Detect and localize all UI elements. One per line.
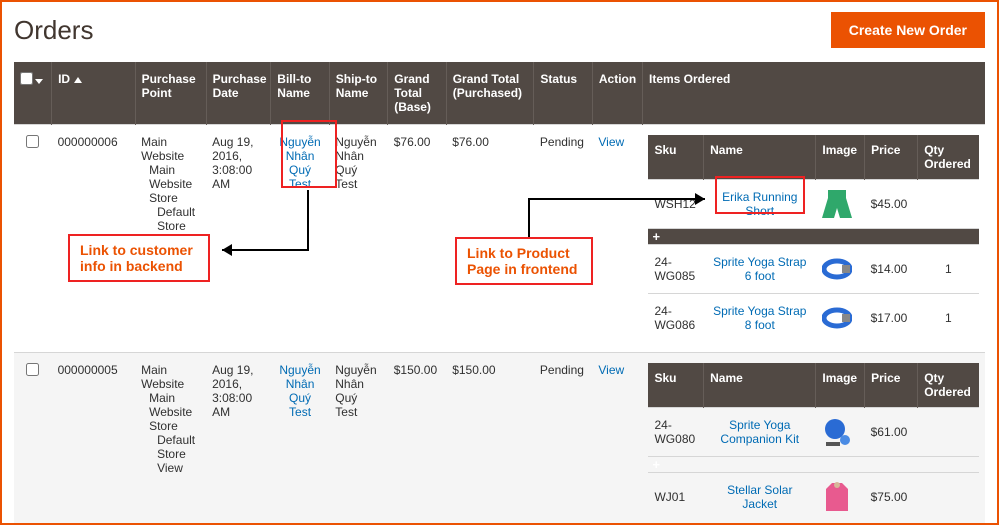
ship-to-name: Nguyễn Nhân Quý Test [329, 353, 387, 525]
create-order-button[interactable]: Create New Order [831, 12, 985, 48]
item-sku: WJ01 [648, 473, 703, 522]
product-link[interactable]: Sprite Yoga Strap 8 foot [713, 304, 806, 332]
page-title: Orders [14, 15, 93, 46]
order-id: 000000006 [52, 125, 136, 353]
item-sku: 24-WG086 [648, 294, 703, 343]
item-price: $61.00 [865, 408, 918, 457]
product-image-icon [822, 479, 852, 515]
product-image-icon [822, 300, 852, 336]
select-all-header[interactable] [14, 62, 52, 125]
item-row: 24-WG080 Sprite Yoga Companion Kit $61.00 [648, 408, 979, 457]
order-status: Pending [534, 353, 592, 525]
col-grand-purchased[interactable]: Grand Total (Purchased) [446, 62, 534, 125]
expand-row[interactable]: + [648, 229, 979, 245]
item-qty: 1 [918, 245, 979, 294]
item-price: $17.00 [865, 294, 918, 343]
view-order-link[interactable]: View [598, 363, 624, 377]
customer-link[interactable]: Nguyễn Nhân Quý Test [279, 363, 320, 419]
item-qty [918, 408, 979, 457]
col-action[interactable]: Action [592, 62, 642, 125]
view-order-link[interactable]: View [598, 135, 624, 149]
plus-icon[interactable]: + [648, 229, 979, 245]
sort-asc-icon [74, 77, 82, 83]
items-nested-table: SkuNameImagePriceQty Ordered 24-WG080 Spri… [648, 363, 979, 521]
col-purchase-point[interactable]: Purchase Point [135, 62, 206, 125]
grand-total-purchased: $76.00 [446, 125, 534, 353]
item-price: $75.00 [865, 473, 918, 522]
product-link[interactable]: Sprite Yoga Companion Kit [720, 418, 799, 446]
grand-total-base: $76.00 [388, 125, 446, 353]
table-row: 000000006Main WebsiteMain Website StoreD… [14, 125, 985, 353]
purchase-date: Aug 19, 2016, 3:08:00 AM [206, 125, 271, 353]
chevron-down-icon [35, 79, 43, 84]
select-all-checkbox[interactable] [20, 72, 33, 85]
expand-row[interactable]: + [648, 457, 979, 473]
col-id[interactable]: ID [52, 62, 136, 125]
item-price: $45.00 [865, 180, 918, 229]
nested-col-price: Price [865, 363, 918, 408]
grid-header-row: ID Purchase Point Purchase Date Bill-to … [14, 62, 985, 125]
product-link[interactable]: Sprite Yoga Strap 6 foot [713, 255, 806, 283]
item-qty: 1 [918, 294, 979, 343]
grand-total-purchased: $150.00 [446, 353, 534, 525]
plus-icon[interactable]: + [648, 457, 979, 473]
orders-grid: ID Purchase Point Purchase Date Bill-to … [14, 62, 985, 525]
nested-col-price: Price [865, 135, 918, 180]
col-bill-to[interactable]: Bill-to Name [271, 62, 329, 125]
col-status[interactable]: Status [534, 62, 592, 125]
item-qty [918, 473, 979, 522]
nested-col-sku: Sku [648, 363, 703, 408]
customer-link[interactable]: Nguyễn Nhân Quý Test [279, 135, 320, 191]
table-row: 000000005Main WebsiteMain Website StoreD… [14, 353, 985, 525]
purchase-point: Main WebsiteMain Website StoreDefault St… [135, 125, 206, 353]
ship-to-name: Nguyễn Nhân Quý Test [329, 125, 387, 353]
row-checkbox[interactable] [26, 135, 39, 148]
product-image-icon [822, 186, 852, 222]
items-nested-table: SkuNameImagePriceQty Ordered WSH12 Erika R… [648, 135, 979, 342]
nested-col-qty: Qty Ordered [918, 135, 979, 180]
col-purchase-date[interactable]: Purchase Date [206, 62, 271, 125]
nested-col-qty: Qty Ordered [918, 363, 979, 408]
item-sku: 24-WG080 [648, 408, 703, 457]
order-id: 000000005 [52, 353, 136, 525]
item-qty [918, 180, 979, 229]
nested-col-name: Name [704, 363, 816, 408]
product-link[interactable]: Stellar Solar Jacket [727, 483, 792, 511]
nested-col-name: Name [704, 135, 816, 180]
grand-total-base: $150.00 [388, 353, 446, 525]
col-items-ordered[interactable]: Items Ordered [642, 62, 985, 125]
col-grand-base[interactable]: Grand Total (Base) [388, 62, 446, 125]
item-row: WSH12 Erika Running Short $45.00 [648, 180, 979, 229]
nested-col-sku: Sku [648, 135, 703, 180]
item-row: 24-WG085 Sprite Yoga Strap 6 foot $14.001 [648, 245, 979, 294]
item-row: 24-WG086 Sprite Yoga Strap 8 foot $17.001 [648, 294, 979, 343]
product-image-icon [822, 414, 852, 450]
product-link[interactable]: Erika Running Short [722, 190, 797, 218]
nested-col-image: Image [816, 135, 865, 180]
purchase-point: Main WebsiteMain Website StoreDefault St… [135, 353, 206, 525]
order-status: Pending [534, 125, 592, 353]
nested-col-image: Image [816, 363, 865, 408]
item-row: WJ01 Stellar Solar Jacket $75.00 [648, 473, 979, 522]
purchase-date: Aug 19, 2016, 3:08:00 AM [206, 353, 271, 525]
item-sku: 24-WG085 [648, 245, 703, 294]
page-header: Orders Create New Order [14, 12, 985, 48]
item-sku: WSH12 [648, 180, 703, 229]
product-image-icon [822, 251, 852, 287]
item-price: $14.00 [865, 245, 918, 294]
row-checkbox[interactable] [26, 363, 39, 376]
col-ship-to[interactable]: Ship-to Name [329, 62, 387, 125]
